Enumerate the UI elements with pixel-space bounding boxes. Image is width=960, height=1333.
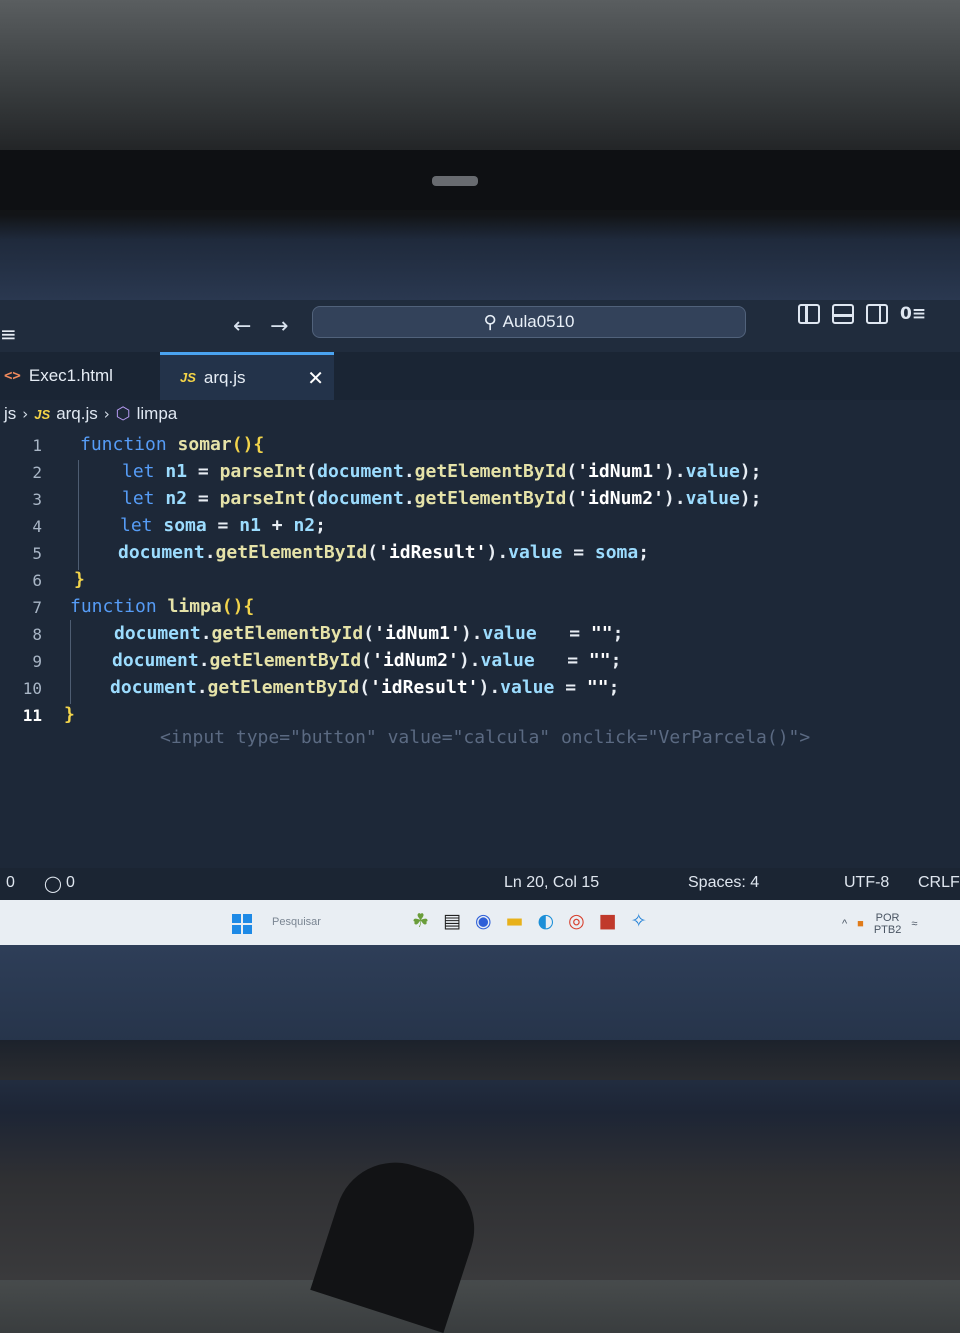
- layout-controls: [798, 304, 922, 324]
- method-symbol-icon: ⬡: [115, 404, 131, 424]
- code-line-8: document.getElementById('idNum1').value …: [114, 623, 624, 644]
- vscode-icon[interactable]: ✧: [631, 910, 647, 932]
- toggle-secondary-sidebar-icon[interactable]: [866, 304, 888, 324]
- chevron-right-icon: ›: [103, 405, 110, 423]
- projected-screen: ≡ ← → ⚲ Aula0510 <> Exec1.html JS arq.js…: [0, 300, 960, 950]
- line-number: 1: [32, 436, 42, 455]
- close-icon[interactable]: ✕: [307, 366, 324, 390]
- toggle-panel-icon[interactable]: [832, 304, 854, 324]
- windows-start-icon[interactable]: [232, 914, 252, 934]
- hamburger-menu-icon[interactable]: ≡: [0, 322, 17, 346]
- search-icon: ⚲: [483, 311, 497, 333]
- status-bar: 0 ◯ 0 Ln 20, Col 15 Spaces: 4 UTF-8 CRLF: [0, 868, 960, 902]
- tray-app-icon[interactable]: ■: [857, 918, 864, 930]
- tab-arq-js[interactable]: JS arq.js ✕: [160, 352, 334, 400]
- breadcrumb: js › JS arq.js › ⬡ limpa: [4, 404, 177, 424]
- breadcrumb-folder[interactable]: js: [4, 404, 16, 424]
- line-number: 3: [32, 490, 42, 509]
- taskbar-search[interactable]: Pesquisar: [272, 916, 321, 928]
- chat-icon[interactable]: ◉: [475, 910, 492, 932]
- tray-layout: PTB2: [873, 924, 902, 936]
- indentation[interactable]: Spaces: 4: [688, 874, 759, 892]
- wifi-icon[interactable]: ≈: [911, 918, 917, 930]
- workspace-name: Aula0510: [502, 312, 575, 331]
- projector-screen-housing: [0, 150, 960, 210]
- faded-html-line: <input type="button" value="calcula" onc…: [160, 727, 811, 748]
- code-line-1: function somar(){: [80, 434, 265, 455]
- code-line-5: document.getElementById('idResult').valu…: [118, 542, 650, 563]
- windows-taskbar: Pesquisar ☘ ▤ ◉ ▬ ◐ ◎ ■ ✧ ^ ■ POR PTB2 ≈: [0, 900, 960, 946]
- widgets-icon[interactable]: ☘: [412, 910, 429, 932]
- breadcrumb-symbol[interactable]: limpa: [137, 404, 178, 424]
- room-ceiling: [0, 0, 960, 175]
- tab-label: Exec1.html: [28, 366, 113, 385]
- encoding[interactable]: UTF-8: [844, 874, 889, 892]
- input-language[interactable]: POR PTB2: [874, 912, 902, 936]
- line-number: 9: [32, 652, 42, 671]
- line-number: 5: [32, 544, 42, 563]
- code-line-6: }: [74, 569, 85, 590]
- tab-label: arq.js: [203, 367, 246, 387]
- screen-mount: [432, 176, 478, 186]
- editor-tab-bar: <> Exec1.html JS arq.js ✕: [0, 352, 960, 400]
- line-number: 8: [32, 625, 42, 644]
- cursor-position[interactable]: Ln 20, Col 15: [504, 874, 599, 892]
- indent-guide: [70, 620, 71, 704]
- indent-guide: [78, 460, 79, 570]
- line-number: 2: [32, 463, 42, 482]
- line-number: 7: [32, 598, 42, 617]
- system-tray: ^ ■ POR PTB2 ≈: [842, 912, 917, 936]
- edge-browser-icon[interactable]: ◐: [538, 910, 555, 932]
- tab-exec1-html[interactable]: <> Exec1.html: [4, 352, 154, 400]
- chevron-right-icon: ›: [22, 405, 29, 423]
- code-line-7: function limpa(){: [70, 596, 255, 617]
- code-line-3: let n2 = parseInt(document.getElementByI…: [122, 488, 762, 509]
- line-ending[interactable]: CRLF: [918, 874, 960, 892]
- error-count[interactable]: 0: [6, 874, 15, 892]
- code-line-11: }: [64, 704, 75, 725]
- breadcrumb-file[interactable]: arq.js: [56, 404, 98, 424]
- tray-lang: POR: [875, 912, 900, 924]
- screen-bottom-rail: [0, 1040, 960, 1080]
- code-line-4: let soma = n1 + n2;: [120, 515, 326, 536]
- code-line-2: let n1 = parseInt(document.getElementByI…: [122, 461, 762, 482]
- warning-count[interactable]: 0: [66, 874, 75, 892]
- arrow-left-icon[interactable]: ←: [233, 314, 251, 339]
- line-number: 6: [32, 571, 42, 590]
- chevron-up-icon[interactable]: ^: [842, 918, 847, 930]
- code-editor[interactable]: 1 2 3 4 5 6 7 8 9 10 11 function somar()…: [0, 430, 960, 870]
- file-explorer-icon[interactable]: ▬: [506, 910, 524, 932]
- adobe-icon[interactable]: ■: [599, 910, 617, 932]
- line-number: 4: [32, 517, 42, 536]
- arrow-right-icon[interactable]: →: [270, 314, 288, 339]
- js-file-icon: JS: [180, 370, 196, 385]
- code-line-10: document.getElementById('idResult').valu…: [110, 677, 620, 698]
- toggle-primary-sidebar-icon[interactable]: [798, 304, 820, 324]
- chrome-browser-icon[interactable]: ◎: [568, 910, 585, 932]
- pinned-apps: ☘ ▤ ◉ ▬ ◐ ◎ ■ ✧: [412, 910, 647, 932]
- task-view-icon[interactable]: ▤: [443, 910, 461, 932]
- title-bar: ≡ ← → ⚲ Aula0510: [0, 300, 960, 352]
- line-number-active: 11: [22, 706, 42, 725]
- command-center-search[interactable]: ⚲ Aula0510: [312, 306, 746, 338]
- line-number: 10: [22, 679, 42, 698]
- code-line-9: document.getElementById('idNum2').value …: [112, 650, 622, 671]
- html-file-icon: <>: [4, 368, 21, 384]
- broadcast-icon: ◯: [44, 874, 62, 893]
- customize-layout-icon[interactable]: [900, 304, 922, 324]
- room-wall: [0, 945, 960, 1280]
- js-file-icon: JS: [34, 406, 51, 422]
